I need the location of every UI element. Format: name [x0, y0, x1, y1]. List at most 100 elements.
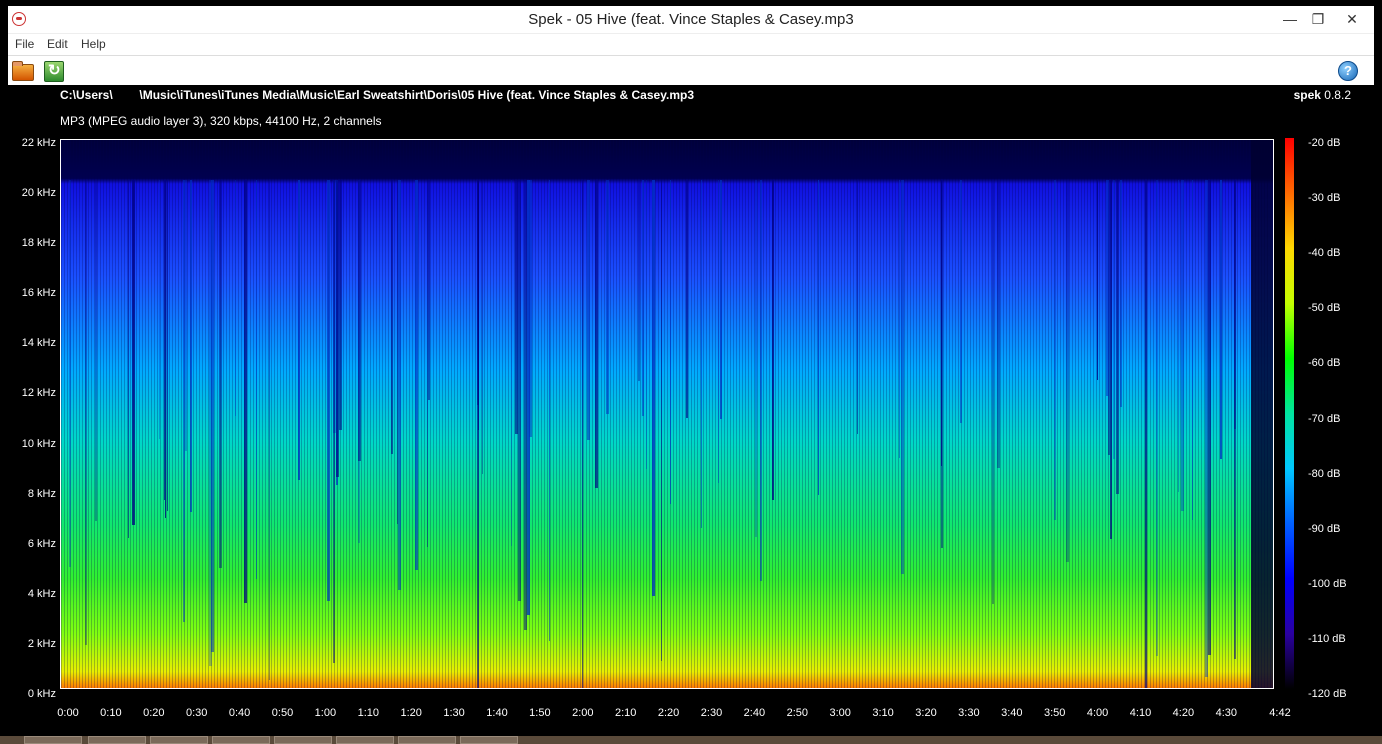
- spectrogram-streak: [85, 180, 87, 645]
- time-tick-label: 4:00: [1086, 707, 1109, 719]
- spek-brand: spek 0.8.2: [1294, 88, 1351, 102]
- time-tick-label: 4:30: [1215, 707, 1237, 719]
- db-tick-label: -90 dB: [1308, 522, 1341, 535]
- toolbar: ?: [8, 55, 1374, 85]
- db-tick-label: -40 dB: [1308, 247, 1341, 260]
- frequency-tick-label: 8 kHz: [27, 487, 56, 500]
- spectrogram-streak: [482, 180, 483, 474]
- open-file-button[interactable]: [10, 58, 34, 82]
- taskbar-item[interactable]: [88, 736, 146, 744]
- maximize-button[interactable]: ❐: [1304, 8, 1332, 30]
- spectrogram-streak: [941, 180, 943, 548]
- spectrogram-streak: [256, 180, 257, 579]
- time-tick-label: 3:50: [1043, 707, 1066, 719]
- taskbar-item[interactable]: [24, 736, 82, 744]
- spectrogram-streak: [1120, 180, 1122, 407]
- folder-open-icon: [12, 61, 34, 81]
- spectrogram-streak: [339, 180, 342, 430]
- spectrogram-streak: [190, 180, 192, 512]
- spectrogram-streak: [244, 180, 247, 603]
- db-tick-label: -30 dB: [1308, 192, 1341, 205]
- time-tick-label: 2:10: [614, 707, 637, 719]
- minimize-button[interactable]: —: [1276, 8, 1304, 30]
- time-tick-label: 4:42: [1269, 707, 1291, 719]
- save-icon: [44, 61, 64, 82]
- spectrogram-streak: [477, 180, 479, 688]
- db-tick-label: -100 dB: [1308, 577, 1347, 590]
- menu-edit[interactable]: Edit: [47, 37, 68, 51]
- frequency-tick-label: 10 kHz: [21, 437, 56, 450]
- time-tick-label: 1:10: [357, 707, 379, 719]
- taskbar-item[interactable]: [212, 736, 270, 744]
- spectrogram-streak: [358, 180, 361, 461]
- frequency-tick-label: 16 kHz: [21, 287, 56, 300]
- frequency-tick-label: 18 kHz: [21, 237, 56, 250]
- title-bar: Spek - 05 Hive (feat. Vince Staples & Ca…: [8, 6, 1374, 33]
- taskbar-item[interactable]: [460, 736, 518, 744]
- spectrogram-streak: [1113, 180, 1115, 459]
- spectrogram-streak: [1110, 180, 1112, 539]
- time-tick-label: 0:30: [185, 707, 208, 719]
- help-icon[interactable]: ?: [1338, 61, 1358, 81]
- time-tick-label: 4:20: [1172, 707, 1195, 719]
- menu-help[interactable]: Help: [81, 37, 106, 51]
- spectrogram-streak: [1181, 180, 1184, 511]
- save-button[interactable]: [41, 58, 65, 82]
- spectrogram-streak: [95, 180, 97, 521]
- brand-name: spek: [1293, 88, 1321, 102]
- taskbar-item[interactable]: [150, 736, 208, 744]
- spectrogram-streak: [511, 180, 512, 546]
- spectrogram-streak: [992, 180, 994, 604]
- taskbar-item[interactable]: [274, 736, 332, 744]
- time-tick-label: 4:10: [1129, 707, 1152, 719]
- time-tick-label: 2:20: [657, 707, 680, 719]
- time-tick-label: 0:10: [100, 707, 122, 719]
- time-tick-label: 1:30: [443, 707, 465, 719]
- spectrogram-streak: [183, 180, 185, 622]
- db-tick-label: -120 dB: [1308, 688, 1347, 700]
- spectrogram-streak: [1097, 180, 1098, 380]
- time-tick-label: 0:50: [271, 707, 294, 719]
- menu-file[interactable]: File: [15, 37, 34, 51]
- spectrogram-streak: [515, 180, 518, 434]
- close-button[interactable]: ✕: [1338, 8, 1366, 30]
- time-tick-label: 1:50: [529, 707, 551, 719]
- spectrogram-streak: [235, 180, 236, 416]
- spectrogram-streak: [165, 180, 166, 518]
- spectrogram-streak: [1178, 180, 1179, 492]
- spectrogram-streak: [686, 180, 688, 418]
- menu-bar: File Edit Help: [8, 33, 1374, 56]
- spectrogram-streak: [128, 180, 129, 538]
- db-tick-label: -70 dB: [1308, 412, 1341, 425]
- db-colorbar: [1285, 138, 1294, 689]
- spectrogram-streak: [1145, 180, 1147, 688]
- spectrogram-streak: [760, 180, 762, 581]
- spectrogram-streak: [720, 180, 722, 419]
- time-tick-label: 3:20: [915, 707, 937, 719]
- spectrogram-streak: [549, 180, 550, 641]
- spectrogram-streak: [718, 180, 719, 483]
- spectrogram-streak: [427, 180, 428, 547]
- frequency-tick-label: 14 kHz: [21, 337, 56, 350]
- spectrogram-streak: [755, 180, 757, 537]
- audio-info: MP3 (MPEG audio layer 3), 320 kbps, 4410…: [60, 114, 382, 128]
- spectrogram-streak: [642, 180, 644, 416]
- taskbar: [0, 736, 1382, 744]
- taskbar-item[interactable]: [398, 736, 456, 744]
- spectrogram-streak: [1066, 180, 1069, 562]
- spectrogram-streak: [269, 180, 270, 680]
- time-tick-label: 2:50: [786, 707, 808, 719]
- spectrogram-streak: [529, 180, 532, 437]
- frequency-tick-label: 22 kHz: [21, 137, 56, 149]
- spectrogram-streak: [167, 180, 168, 511]
- spectrogram-streak: [415, 180, 418, 570]
- spectrogram-streak: [899, 180, 900, 458]
- spectrogram-streak: [428, 180, 430, 400]
- spectrogram-streak: [772, 180, 774, 500]
- spectrogram-streak: [587, 180, 590, 440]
- taskbar-item[interactable]: [336, 736, 394, 744]
- spectrogram-streak: [1156, 180, 1158, 656]
- spectrogram-streak: [701, 180, 702, 528]
- spectrogram-streak: [159, 180, 160, 439]
- time-tick-label: 3:40: [1001, 707, 1023, 719]
